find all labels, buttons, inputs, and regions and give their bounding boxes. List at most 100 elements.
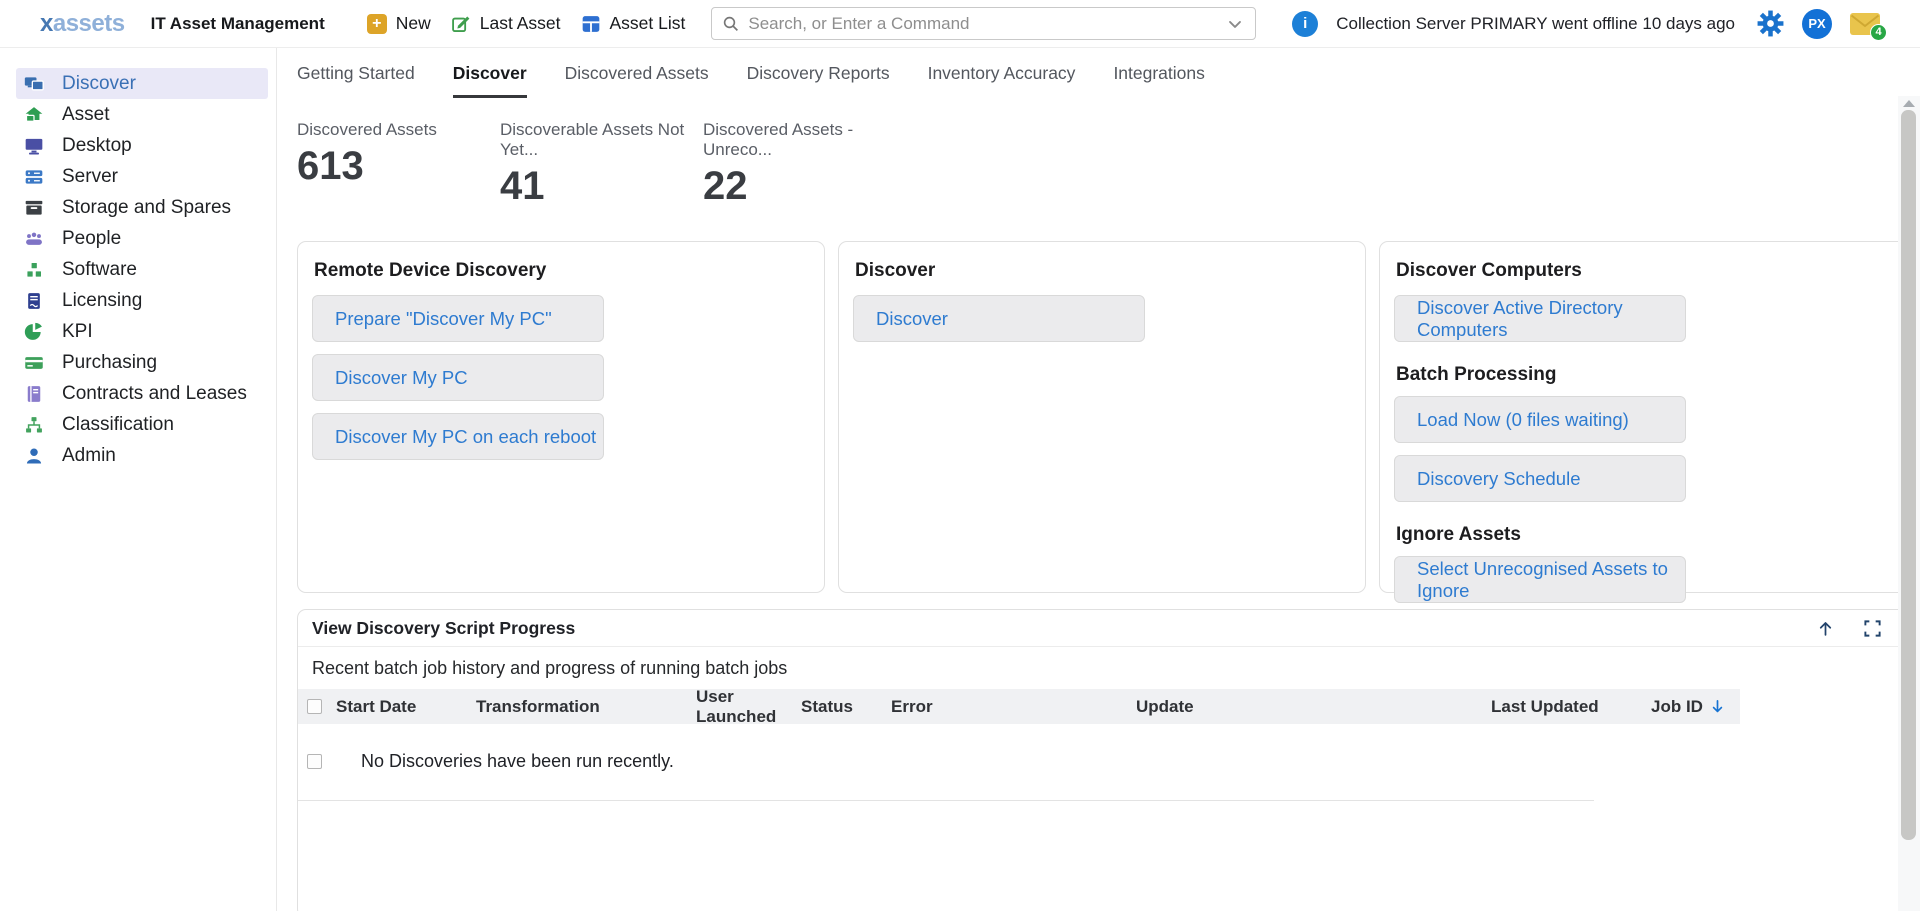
stat-label: Discovered Assets: [297, 120, 500, 140]
document-icon: [24, 291, 44, 311]
search-box[interactable]: [711, 7, 1256, 40]
mail-icon[interactable]: 4: [1850, 13, 1880, 35]
mail-badge: 4: [1870, 24, 1887, 41]
asset-list-button[interactable]: Asset List: [581, 13, 686, 34]
pie-chart-icon: [24, 322, 44, 342]
sidebar-item-storage-and-spares[interactable]: Storage and Spares: [16, 192, 268, 223]
sidebar-item-kpi[interactable]: KPI: [16, 316, 268, 347]
column-transformation[interactable]: Transformation: [476, 697, 696, 717]
sidebar-item-admin[interactable]: Admin: [16, 440, 268, 471]
search-input[interactable]: [748, 14, 1225, 34]
sidebar-item-purchasing[interactable]: Purchasing: [16, 347, 268, 378]
stat-value: 41: [500, 165, 703, 207]
vertical-scrollbar[interactable]: [1898, 96, 1920, 911]
stat-unrecognised: Discovered Assets - Unreco... 22: [703, 120, 906, 207]
column-update[interactable]: Update: [1136, 697, 1491, 717]
table-divider: [298, 800, 1594, 801]
discover-button[interactable]: Discover: [853, 295, 1145, 342]
panel-title: View Discovery Script Progress: [312, 618, 575, 639]
discover-my-pc-button[interactable]: Discover My PC: [312, 354, 604, 401]
sidebar-item-desktop[interactable]: Desktop: [16, 130, 268, 161]
card-title: Ignore Assets: [1396, 524, 1892, 546]
stat-value: 22: [703, 165, 906, 207]
new-button-label: New: [396, 13, 431, 34]
sidebar-label: Software: [62, 259, 137, 281]
sidebar-label: Server: [62, 166, 118, 188]
prepare-discover-my-pc-button[interactable]: Prepare "Discover My PC": [312, 295, 604, 342]
expand-icon[interactable]: [1863, 619, 1882, 638]
person-icon: [24, 446, 44, 466]
sidebar-item-software[interactable]: Software: [16, 254, 268, 285]
sidebar-item-contracts-and-leases[interactable]: Contracts and Leases: [16, 378, 268, 409]
sidebar-item-asset[interactable]: Asset: [16, 99, 268, 130]
card-remote-device-discovery: Remote Device Discovery Prepare "Discove…: [297, 241, 825, 593]
chevron-down-icon[interactable]: [1225, 14, 1245, 34]
search-icon: [722, 15, 740, 33]
edit-icon: [451, 14, 471, 34]
sidebar-item-people[interactable]: People: [16, 223, 268, 254]
panel-subtitle: Recent batch job history and progress of…: [298, 647, 1906, 689]
stats-row: Discovered Assets 613 Discoverable Asset…: [297, 120, 1920, 207]
discover-my-pc-reboot-button[interactable]: Discover My PC on each reboot: [312, 413, 604, 460]
tab-discovered-assets[interactable]: Discovered Assets: [565, 63, 709, 98]
cards-row: Remote Device Discovery Prepare "Discove…: [297, 241, 1920, 593]
column-job-id[interactable]: Job ID: [1651, 697, 1740, 717]
card-discover: Discover Discover: [838, 241, 1366, 593]
card-title: Batch Processing: [1396, 364, 1892, 386]
discovery-schedule-button[interactable]: Discovery Schedule: [1394, 455, 1686, 502]
box-icon: [24, 198, 44, 218]
book-icon: [24, 384, 44, 404]
load-now-button[interactable]: Load Now (0 files waiting): [1394, 396, 1686, 443]
last-asset-button[interactable]: Last Asset: [451, 13, 561, 34]
column-user-launched[interactable]: User Launched: [696, 687, 801, 727]
table-icon: [581, 14, 601, 34]
empty-message: No Discoveries have been run recently.: [361, 751, 674, 772]
xassets-logo[interactable]: xassets: [40, 10, 125, 38]
column-start-date[interactable]: Start Date: [336, 697, 476, 717]
tab-integrations[interactable]: Integrations: [1113, 63, 1204, 98]
row-checkbox[interactable]: [307, 754, 322, 769]
topbar-actions: + New Last Asset Asset List: [367, 13, 686, 34]
asset-list-label: Asset List: [610, 13, 686, 34]
tab-bar: Getting Started Discover Discovered Asse…: [297, 63, 1920, 98]
header-checkbox-cell: [298, 699, 336, 714]
card-discover-computers: Discover Computers Discover Active Direc…: [1379, 241, 1907, 593]
sidebar-label: Admin: [62, 445, 116, 467]
tab-inventory-accuracy[interactable]: Inventory Accuracy: [928, 63, 1076, 98]
tab-discovery-reports[interactable]: Discovery Reports: [747, 63, 890, 98]
avatar[interactable]: PX: [1802, 9, 1832, 39]
sidebar-item-server[interactable]: Server: [16, 161, 268, 192]
discover-ad-computers-button[interactable]: Discover Active Directory Computers: [1394, 295, 1686, 342]
gear-icon[interactable]: [1757, 10, 1784, 37]
sidebar-item-licensing[interactable]: Licensing: [16, 285, 268, 316]
devices-icon: [24, 74, 44, 94]
tab-getting-started[interactable]: Getting Started: [297, 63, 415, 98]
sidebar-item-discover[interactable]: Discover: [16, 68, 268, 99]
new-button[interactable]: + New: [367, 13, 431, 34]
topbar: xassets IT Asset Management + New Last A…: [0, 0, 1920, 48]
sidebar-label: Storage and Spares: [62, 197, 231, 219]
scrollbar-thumb[interactable]: [1901, 110, 1916, 840]
sidebar-label: Discover: [62, 73, 136, 95]
select-all-checkbox[interactable]: [307, 699, 322, 714]
sort-desc-icon: [1709, 698, 1726, 715]
panel-header: View Discovery Script Progress: [298, 610, 1906, 647]
info-icon[interactable]: i: [1292, 11, 1318, 37]
column-error[interactable]: Error: [891, 697, 1136, 717]
sidebar-item-classification[interactable]: Classification: [16, 409, 268, 440]
scrollbar-up-arrow-icon[interactable]: [1903, 100, 1915, 107]
panel-toolbar: [1816, 619, 1882, 638]
discovery-progress-panel: View Discovery Script Progress Recent ba…: [297, 609, 1907, 911]
card-title: Discover: [855, 260, 1351, 282]
arrow-up-icon[interactable]: [1816, 619, 1835, 638]
tab-discover[interactable]: Discover: [453, 63, 527, 98]
column-last-updated[interactable]: Last Updated: [1491, 697, 1651, 717]
main-content: Getting Started Discover Discovered Asse…: [277, 48, 1920, 911]
select-unrecognised-button[interactable]: Select Unrecognised Assets to Ignore: [1394, 556, 1686, 603]
credit-card-icon: [24, 353, 44, 373]
card-title: Remote Device Discovery: [314, 260, 810, 282]
sidebar-label: Contracts and Leases: [62, 383, 247, 405]
column-status[interactable]: Status: [801, 697, 891, 717]
sidebar-label: Classification: [62, 414, 174, 436]
empty-table-row: No Discoveries have been run recently.: [298, 751, 1906, 772]
